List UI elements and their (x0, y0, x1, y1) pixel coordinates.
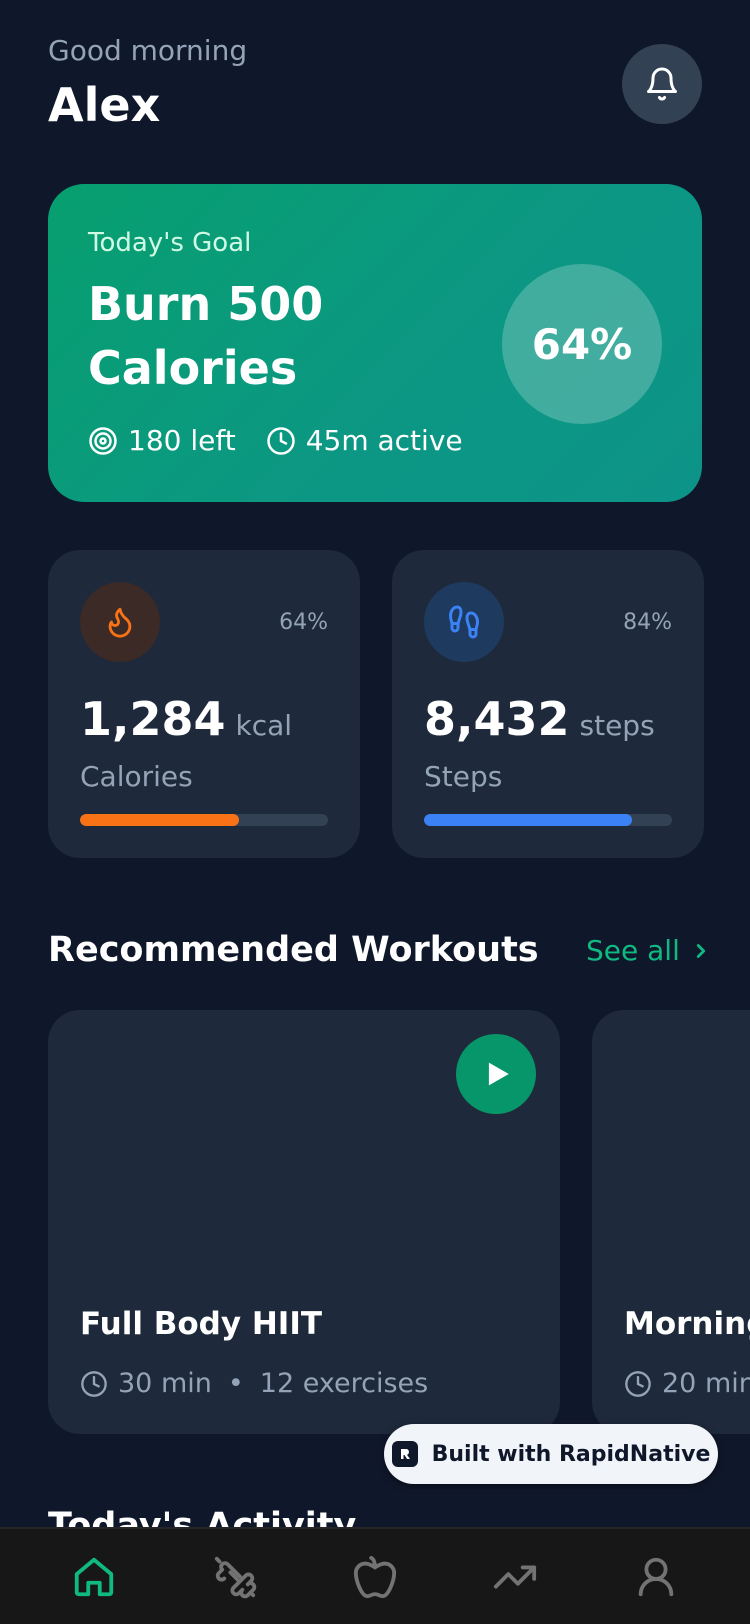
see-all-text: See all (586, 934, 680, 967)
built-with-badge[interactable]: Built with RapidNative (384, 1424, 718, 1484)
workout-duration: 20 min (662, 1368, 750, 1399)
workout-name: Full Body HIIT (80, 1306, 323, 1342)
dumbbell-icon (214, 1556, 256, 1598)
see-all-link[interactable]: See all (586, 934, 712, 967)
calories-value: 1,284 kcal (80, 692, 292, 746)
rapidnative-logo-icon (391, 1441, 418, 1467)
steps-label: Steps (424, 760, 503, 793)
goal-progress-circle: 64% (502, 264, 662, 424)
goal-title: Burn 500 Calories (88, 277, 324, 395)
workout-name: Morning (624, 1306, 750, 1342)
bell-icon (647, 67, 677, 101)
home-icon (75, 1557, 114, 1596)
calories-percent: 64% (279, 610, 328, 635)
steps-unit: steps (579, 709, 655, 742)
footprints-icon (448, 605, 480, 639)
nav-progress[interactable] (475, 1537, 555, 1617)
notifications-button[interactable] (622, 44, 702, 124)
nav-profile[interactable] (616, 1537, 696, 1617)
greeting-text: Good morning (48, 34, 248, 67)
recommended-workouts-title: Recommended Workouts (48, 930, 539, 970)
clock-icon (81, 1370, 107, 1397)
goal-remaining: 180 left (88, 424, 236, 457)
meta-separator-dot: • (227, 1368, 244, 1399)
workout-card[interactable]: Morning 20 min (592, 1010, 750, 1434)
workout-card[interactable]: Full Body HIIT 30 min • 12 exercises (48, 1010, 560, 1434)
goal-label: Today's Goal (88, 228, 252, 258)
goal-meta: 180 left 45m active (88, 424, 493, 457)
app-screen: Good morning Alex Today's Goal Burn 500 … (0, 0, 750, 1624)
calories-progress-fill (80, 814, 239, 826)
calories-unit: kcal (235, 709, 293, 742)
steps-icon-wrap (424, 582, 504, 662)
workout-duration: 30 min (118, 1368, 212, 1399)
calories-card[interactable]: 64% 1,284 kcal Calories (48, 550, 360, 858)
calories-icon-wrap (80, 582, 160, 662)
steps-progress-track (424, 814, 672, 826)
user-icon (638, 1557, 673, 1596)
flame-icon (108, 607, 132, 638)
daily-goal-card[interactable]: Today's Goal Burn 500 Calories 180 left … (48, 184, 702, 502)
play-workout-button[interactable] (456, 1034, 536, 1114)
chevron-right-icon (696, 943, 705, 958)
workout-meta: 20 min (624, 1368, 750, 1399)
nav-nutrition[interactable] (335, 1537, 415, 1617)
steps-card[interactable]: 84% 8,432 steps Steps (392, 550, 704, 858)
calories-number: 1,284 (80, 692, 226, 746)
badge-text: Built with RapidNative (431, 1441, 711, 1467)
steps-progress-fill (424, 814, 633, 826)
calories-label: Calories (80, 760, 193, 793)
bottom-nav (0, 1527, 750, 1624)
steps-value: 8,432 steps (424, 692, 655, 746)
apple-icon (353, 1555, 397, 1598)
clock-icon (625, 1370, 651, 1397)
user-name: Alex (48, 78, 161, 132)
clock-icon (266, 426, 295, 455)
trending-up-icon (494, 1565, 537, 1588)
target-icon (89, 426, 117, 455)
calories-progress-track (80, 814, 328, 826)
play-icon (488, 1062, 509, 1086)
steps-number: 8,432 (424, 692, 570, 746)
steps-percent: 84% (623, 610, 672, 635)
nav-workouts[interactable] (195, 1537, 275, 1617)
goal-active-text: 45m active (305, 424, 463, 457)
nav-home[interactable] (54, 1537, 134, 1617)
goal-remaining-text: 180 left (128, 424, 236, 457)
workout-meta: 30 min • 12 exercises (80, 1368, 428, 1399)
goal-active-time: 45m active (266, 424, 463, 457)
workout-exercises: 12 exercises (259, 1368, 429, 1399)
